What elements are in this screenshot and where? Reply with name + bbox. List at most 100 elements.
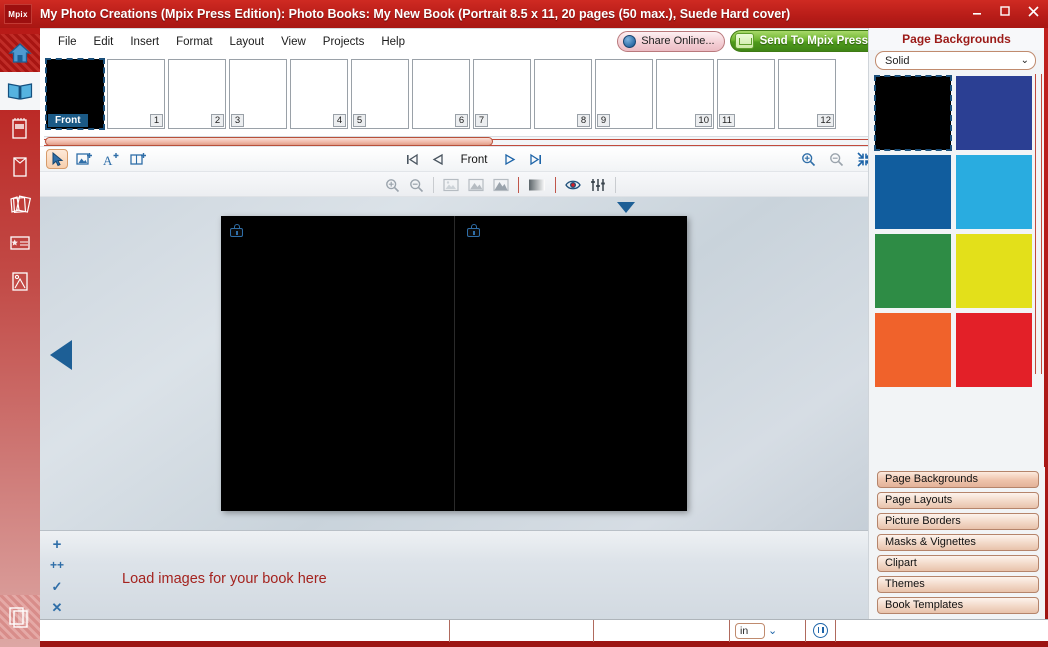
add-all-images-button[interactable]: ++ <box>48 557 66 574</box>
menu-help[interactable]: Help <box>373 33 413 51</box>
table-row[interactable]: 5 <box>351 59 409 129</box>
thumbnail-scrollbar-handle[interactable] <box>45 137 493 146</box>
maximize-icon[interactable] <box>996 2 1014 20</box>
sidebar-item-projects[interactable] <box>0 595 40 639</box>
image-zoom-out-button[interactable] <box>409 178 424 193</box>
prev-spread-button[interactable] <box>50 340 72 370</box>
add-text-tool[interactable]: A <box>100 149 122 169</box>
sidebar-item-cards[interactable] <box>0 148 40 186</box>
zoom-in-button[interactable] <box>801 152 816 167</box>
share-online-button[interactable]: Share Online... <box>617 30 725 52</box>
table-row[interactable]: 10 <box>656 59 714 129</box>
menu-insert[interactable]: Insert <box>122 33 167 51</box>
table-row[interactable]: 4 <box>290 59 348 129</box>
last-page-button[interactable] <box>529 153 542 166</box>
thumbnail-scrollbar[interactable] <box>44 136 904 146</box>
swatch-steel-blue[interactable] <box>875 155 951 229</box>
check-images-button[interactable]: ✓ <box>48 578 66 595</box>
chevron-down-icon[interactable]: ⌄ <box>1021 55 1029 66</box>
menu-projects[interactable]: Projects <box>315 33 373 51</box>
tab-page-backgrounds[interactable]: Page Backgrounds <box>877 471 1039 488</box>
menu-view[interactable]: View <box>273 33 314 51</box>
menu-layout[interactable]: Layout <box>222 33 273 51</box>
page-spread[interactable] <box>221 216 687 511</box>
menu-format[interactable]: Format <box>168 33 220 51</box>
red-eye-button[interactable] <box>565 178 581 192</box>
thumbnail-page-number: 9 <box>597 114 610 127</box>
table-row[interactable]: 2 <box>168 59 226 129</box>
status-bar: in ⌄ <box>40 619 1048 642</box>
select-arrow-tool[interactable] <box>46 149 68 169</box>
image-fill-button[interactable] <box>468 178 484 192</box>
table-row[interactable]: 3 <box>229 59 287 129</box>
status-cell-position <box>450 619 594 642</box>
tab-masks-vignettes[interactable]: Masks & Vignettes <box>877 534 1039 551</box>
zoom-in-icon <box>802 153 816 167</box>
close-icon[interactable] <box>1024 2 1042 20</box>
sidebar-item-prints[interactable] <box>0 262 40 300</box>
unit-selector[interactable]: in ⌄ <box>730 619 806 642</box>
add-page-tool[interactable] <box>127 149 149 169</box>
first-page-button[interactable] <box>406 153 419 166</box>
menu-file[interactable]: File <box>50 33 85 51</box>
tab-page-layouts[interactable]: Page Layouts <box>877 492 1039 509</box>
thumbnail-front-cover[interactable]: Front <box>45 58 105 130</box>
prev-page-button[interactable] <box>432 153 444 166</box>
page-canvas[interactable] <box>40 197 908 530</box>
svg-text:A: A <box>103 153 113 167</box>
add-image-button[interactable]: + <box>48 536 66 553</box>
swatch-yellow[interactable] <box>956 234 1032 308</box>
tray-hint-text: Load images for your book here <box>122 571 327 587</box>
chevron-down-icon[interactable]: ⌄ <box>768 624 777 637</box>
background-type-select[interactable]: Solid ⌄ <box>875 51 1036 70</box>
tab-clipart[interactable]: Clipart <box>877 555 1039 572</box>
toolbar-divider <box>555 177 556 193</box>
lock-icon[interactable] <box>230 224 243 237</box>
pause-button[interactable] <box>806 619 836 642</box>
swatch-black[interactable] <box>874 75 952 151</box>
lock-icon[interactable] <box>467 224 480 237</box>
image-tray[interactable]: + ++ ✓ ✕ Load images for your book here <box>40 530 908 633</box>
adjust-levels-button[interactable] <box>590 178 606 192</box>
table-row[interactable]: 8 <box>534 59 592 129</box>
add-image-tool[interactable] <box>73 149 95 169</box>
minimize-icon[interactable] <box>968 2 986 20</box>
remove-image-button[interactable]: ✕ <box>48 599 66 616</box>
swatch-scrollbar[interactable] <box>1035 74 1042 374</box>
background-type-value: Solid <box>885 54 910 67</box>
table-row[interactable]: 11 <box>717 59 775 129</box>
gradient-button[interactable] <box>528 178 546 192</box>
thumbnail-page-number: 4 <box>333 114 346 127</box>
image-fit-button[interactable] <box>443 178 459 192</box>
window-controls <box>968 2 1042 20</box>
page-thumbnail-strip[interactable]: Front 1 2 3 4 5 6 7 8 9 10 11 12 <box>40 57 908 135</box>
sidebar-item-home[interactable] <box>0 34 40 72</box>
tab-picture-borders[interactable]: Picture Borders <box>877 513 1039 530</box>
image-crop-button[interactable] <box>493 178 509 192</box>
page-title: Page Backgrounds <box>869 28 1044 50</box>
zoom-out-button[interactable] <box>829 152 844 167</box>
sidebar-item-calendars[interactable] <box>0 110 40 148</box>
table-row[interactable]: 12 <box>778 59 836 129</box>
sidebar-item-photo-cards[interactable] <box>0 186 40 224</box>
menu-edit[interactable]: Edit <box>86 33 122 51</box>
unit-value: in <box>735 622 765 639</box>
sidebar-item-photo-books[interactable] <box>0 72 40 110</box>
swatch-sky-blue[interactable] <box>956 155 1032 229</box>
sidebar-item-labels[interactable] <box>0 224 40 262</box>
swatch-red[interactable] <box>956 313 1032 387</box>
send-to-mpix-press-button[interactable]: Send To Mpix Press <box>729 30 880 52</box>
tab-themes[interactable]: Themes <box>877 576 1039 593</box>
table-row[interactable]: 1 <box>107 59 165 129</box>
table-row[interactable]: 6 <box>412 59 470 129</box>
table-row[interactable]: 7 <box>473 59 531 129</box>
zoom-out-icon <box>410 178 424 192</box>
next-page-button[interactable] <box>504 153 516 166</box>
image-zoom-in-button[interactable] <box>385 178 400 193</box>
swatch-green[interactable] <box>875 234 951 308</box>
table-row[interactable]: 9 <box>595 59 653 129</box>
swatch-navy-blue[interactable] <box>956 76 1032 150</box>
swatch-orange[interactable] <box>875 313 951 387</box>
tab-book-templates[interactable]: Book Templates <box>877 597 1039 614</box>
spine-marker-icon <box>617 202 635 213</box>
